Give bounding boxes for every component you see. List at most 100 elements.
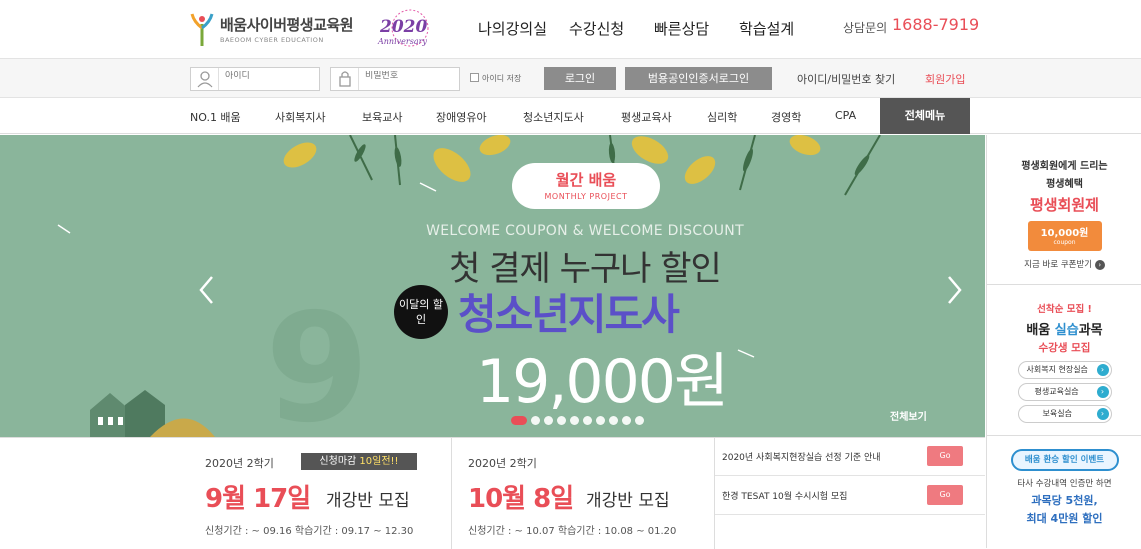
nav-my-classroom[interactable]: 나의강의실 bbox=[478, 18, 547, 39]
banner-price: 19,000원 bbox=[476, 347, 729, 417]
card3-line3: 최대 4만원 할인 bbox=[1026, 512, 1103, 525]
notice-item[interactable]: 한경 TESAT 10월 수시시험 모집 bbox=[722, 489, 847, 502]
notice-item[interactable]: 2020년 사회복지현장실습 선정 기준 안내 bbox=[722, 450, 881, 463]
transfer-event-pill: 배움 환승 할인 이벤트 bbox=[1010, 449, 1119, 471]
card1-line1: 평생회원에게 드리는 bbox=[1021, 161, 1108, 172]
coupon-amount: 10,000원 bbox=[1040, 228, 1089, 239]
get-coupon-text: 지금 바로 쿠폰받기 bbox=[1024, 260, 1093, 270]
logo-mark-icon bbox=[190, 13, 214, 46]
open-suffix: 개강반 모집 bbox=[326, 491, 410, 511]
checkbox-icon bbox=[470, 73, 479, 82]
cat-youth-leader[interactable]: 청소년지도사 bbox=[523, 109, 584, 125]
semester-section: 2020년 2학기 신청마감 10일전!! 9월 17일 개강반 모집 신청기간… bbox=[0, 437, 985, 549]
divider bbox=[715, 514, 985, 515]
lifetime-member-card[interactable]: 평생회원에게 드리는 평생혜택 평생회원제 10,000원 coupon 지금 … bbox=[987, 135, 1141, 285]
slide-dot[interactable] bbox=[557, 416, 566, 425]
slide-dot[interactable] bbox=[622, 416, 631, 425]
cat-business[interactable]: 경영학 bbox=[771, 109, 801, 125]
login-bar: 아이디 저장 로그인 범용공인인증서로그인 아이디/비밀번호 찾기 회원가입 bbox=[0, 58, 1141, 98]
cat-social-worker[interactable]: 사회복지사 bbox=[275, 109, 326, 125]
tel-label: 상담문의 bbox=[843, 21, 888, 35]
cat-childcare[interactable]: 보육교사 bbox=[362, 109, 402, 125]
nav-quick-consult[interactable]: 빠른상담 bbox=[654, 18, 709, 39]
slide-dot[interactable] bbox=[544, 416, 553, 425]
deadline-highlight: 10일전!! bbox=[359, 456, 399, 467]
arrow-right-icon: › bbox=[1096, 408, 1109, 420]
cat-no1[interactable]: NO.1 배움 bbox=[190, 109, 241, 125]
card2-title-a: 배움 bbox=[1026, 323, 1055, 338]
slide-dot[interactable] bbox=[531, 416, 540, 425]
practicum-item-childcare[interactable]: 보육실습 › bbox=[1017, 405, 1112, 423]
pw-field-wrapper bbox=[330, 67, 460, 91]
card2-title-c: 과목 bbox=[1078, 323, 1103, 338]
cat-cpa[interactable]: CPA bbox=[835, 109, 856, 122]
card3-line2: 과목당 5천원, bbox=[1031, 494, 1098, 507]
anniversary-emblem: 2020 Anniversary bbox=[377, 9, 429, 47]
monthly-discount-badge: 이달의 할인 bbox=[394, 285, 448, 339]
open-date[interactable]: 10월 8일 bbox=[468, 478, 574, 515]
deadline-text: 신청마감 bbox=[319, 456, 360, 467]
coupon-word: coupon bbox=[1053, 239, 1076, 246]
card2-top: 선착순 모집 ! bbox=[1037, 304, 1092, 315]
logo-name: 배움사이버평생교육원 bbox=[220, 16, 354, 34]
password-input[interactable] bbox=[365, 71, 445, 81]
cat-psychology[interactable]: 심리학 bbox=[707, 109, 737, 125]
card2-subtitle: 수강생 모집 bbox=[1038, 342, 1091, 354]
practicum-item-social[interactable]: 사회복지 현장실습 › bbox=[1017, 361, 1112, 379]
hero-banner[interactable]: 9 월간 배움 MONTHLY PROJECT WELCOME COUPON &… bbox=[0, 135, 985, 437]
deadline-badge: 신청마감 10일전!! bbox=[301, 453, 417, 470]
view-all-link[interactable]: 전체보기 bbox=[890, 408, 927, 423]
slide-dot[interactable] bbox=[511, 416, 527, 425]
period-info: 신청기간 : ~ 10.07 학습기간 : 10.08 ~ 01.20 bbox=[468, 526, 677, 537]
monthly-badge: 월간 배움 MONTHLY PROJECT bbox=[512, 163, 660, 209]
card2-title-b: 실습 bbox=[1054, 323, 1079, 338]
svg-text:9: 9 bbox=[265, 282, 369, 437]
find-id-pw-link[interactable]: 아이디/비밀번호 찾기 bbox=[797, 71, 895, 87]
save-id-checkbox[interactable]: 아이디 저장 bbox=[470, 73, 521, 84]
open-date[interactable]: 9월 17일 bbox=[205, 478, 311, 515]
anniversary-year: 2020 bbox=[379, 17, 427, 37]
arrow-right-icon: › bbox=[1096, 386, 1109, 398]
practicum-card[interactable]: 선착순 모집 ! 배움 실습과목 수강생 모집 사회복지 현장실습 › 평생교육실… bbox=[987, 286, 1141, 436]
chevron-left-icon[interactable] bbox=[197, 275, 217, 305]
cat-lifelong-edu[interactable]: 평생교육사 bbox=[621, 109, 672, 125]
chevron-right-icon[interactable] bbox=[944, 275, 964, 305]
nav-study-plan[interactable]: 학습설계 bbox=[739, 18, 794, 39]
site-logo[interactable]: 배움사이버평생교육원 BAEOOM CYBER EDUCATION 2020 A… bbox=[190, 8, 440, 52]
category-nav: NO.1 배움 사회복지사 보육교사 장애영유아 청소년지도사 평생교육사 심리… bbox=[0, 98, 1141, 134]
practicum-item-label: 보육실습 bbox=[1042, 409, 1072, 418]
transfer-discount-card[interactable]: 배움 환승 할인 이벤트 타사 수강내역 인증만 하면 과목당 5천원, 최대 … bbox=[987, 437, 1141, 548]
divider bbox=[714, 438, 715, 549]
practicum-item-label: 평생교육실습 bbox=[1034, 387, 1079, 396]
logo-subtitle: BAEOOM CYBER EDUCATION bbox=[220, 36, 324, 44]
go-button[interactable]: Go bbox=[927, 446, 963, 466]
nav-enrollment[interactable]: 수강신청 bbox=[569, 18, 624, 39]
go-button[interactable]: Go bbox=[927, 485, 963, 505]
semester-label: 2020년 2학기 bbox=[205, 457, 274, 470]
slide-dot[interactable] bbox=[596, 416, 605, 425]
divider bbox=[451, 438, 452, 549]
card1-line2: 평생혜택 bbox=[1046, 179, 1083, 190]
slide-dot[interactable] bbox=[635, 416, 644, 425]
monthly-subtitle: MONTHLY PROJECT bbox=[544, 192, 628, 201]
open-suffix: 개강반 모집 bbox=[586, 491, 670, 511]
tel-number[interactable]: 1688-7919 bbox=[892, 15, 979, 34]
cert-login-button[interactable]: 범용공인인증서로그인 bbox=[625, 67, 772, 90]
cat-disabled-infant[interactable]: 장애영유아 bbox=[436, 109, 487, 125]
all-menu-button[interactable]: 전체메뉴 bbox=[880, 98, 970, 134]
card1-title: 평생회원제 bbox=[1029, 196, 1099, 214]
slide-dot[interactable] bbox=[609, 416, 618, 425]
id-input[interactable] bbox=[225, 71, 305, 81]
join-link[interactable]: 회원가입 bbox=[925, 71, 965, 87]
user-icon bbox=[191, 68, 219, 90]
login-button[interactable]: 로그인 bbox=[544, 67, 616, 90]
lock-icon bbox=[331, 68, 359, 90]
slide-dot[interactable] bbox=[570, 416, 579, 425]
coupon-line: WELCOME COUPON & WELCOME DISCOUNT bbox=[426, 223, 744, 239]
divider bbox=[715, 475, 985, 476]
practicum-item-lifelong[interactable]: 평생교육실습 › bbox=[1017, 383, 1112, 401]
get-coupon-link[interactable]: 지금 바로 쿠폰받기 › bbox=[987, 258, 1141, 270]
arrow-right-icon: › bbox=[1094, 260, 1105, 270]
slide-dot[interactable] bbox=[583, 416, 592, 425]
monthly-title: 월간 배움 bbox=[555, 171, 617, 189]
